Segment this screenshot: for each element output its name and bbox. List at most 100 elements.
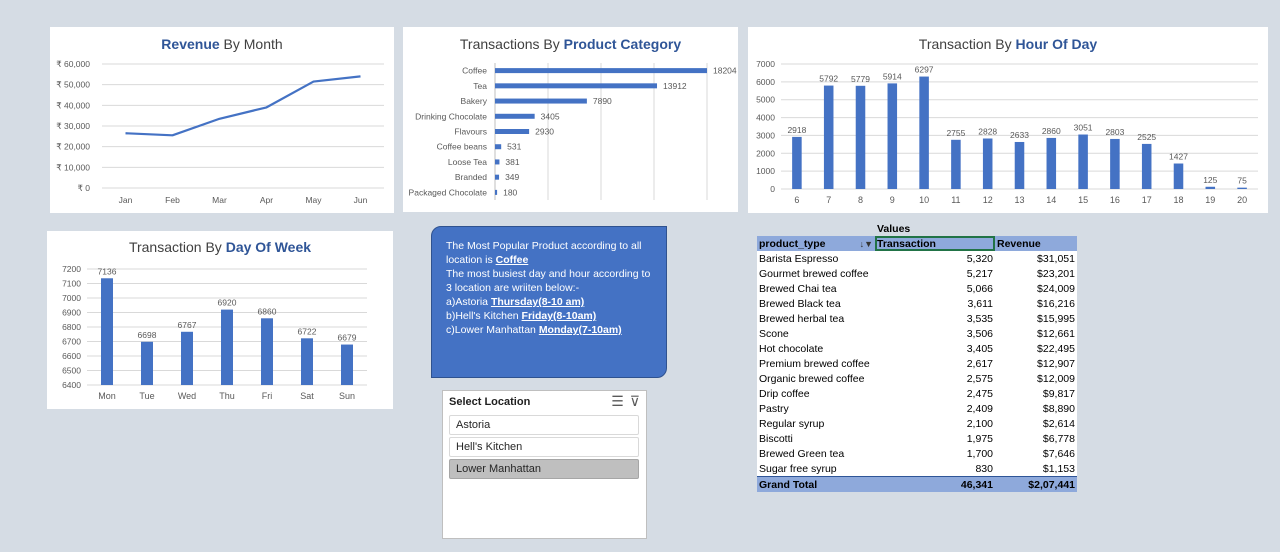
data-label: 3405 [541,111,560,121]
pivot-cell-revenue: $16,216 [1037,297,1075,310]
hour-of-day-panel: Transaction By Hour Of Day 0 1000 2000 3000… [748,27,1268,213]
bar [221,309,233,385]
insight-callout: The Most Popular Product according to al… [431,226,667,378]
pivot-row[interactable]: Biscotti 1,975 $6,778 [757,431,1077,446]
pivot-col-revenue[interactable]: Revenue [995,236,1077,251]
pivot-cell-transaction: 5,066 [966,282,993,295]
callout-popular-product: Coffee [495,254,529,266]
pivot-cell-transaction: 2,100 [966,417,993,430]
bar [261,318,273,385]
bar [1014,141,1025,189]
bar [341,344,353,385]
data-label: 531 [507,142,521,152]
bar [495,174,500,180]
data-label: 6860 [258,306,277,316]
bar [495,159,500,165]
bar [141,341,153,385]
pivot-row[interactable]: Regular syrup 2,100 $2,614 [757,416,1077,431]
slicer-icons: ☰ ⊽ [611,393,640,410]
y-tick-label: ₹ 50,000 [56,80,90,90]
category-label: Loose Tea [448,157,487,167]
x-tick-label: 13 [1014,195,1024,205]
bar [1078,134,1088,189]
category-label: Bakery [461,96,488,106]
pivot-row[interactable]: Hot chocolate 3,405 $22,495 [757,341,1077,356]
pivot-row[interactable]: Scone 3,506 $12,661 [757,326,1077,341]
day-of-week-panel: Transaction By Day Of Week 6400 6500 6600 6… [47,231,393,409]
data-label: 1427 [1169,152,1188,162]
x-tick-label: Jan [119,195,133,205]
pivot-cell-transaction: 3,506 [966,327,993,340]
y-tick-label: 6700 [62,337,81,347]
pivot-cell-revenue: $1,153 [1042,462,1075,475]
data-label: 381 [505,157,519,167]
clear-filter-icon[interactable]: ⊽ [630,393,640,410]
pivot-row[interactable]: Brewed Black tea 3,611 $16,216 [757,296,1077,311]
pivot-row[interactable]: Sugar free syrup 830 $1,153 [757,461,1077,477]
grand-total-transaction: 46,341 [875,476,995,492]
x-tick-label: 15 [1078,195,1088,205]
pivot-row[interactable]: Brewed Chai tea 5,066 $24,009 [757,281,1077,296]
y-tick-label: 2000 [756,148,775,158]
sort-filter-icon[interactable]: ↓▼ [860,239,873,249]
x-tick-label: May [305,195,322,205]
y-tick-label: ₹ 30,000 [56,121,90,131]
pivot-cell-revenue: $6,778 [1042,432,1075,445]
x-tick-label: Mon [98,391,116,401]
data-label: 5792 [819,74,838,84]
pivot-cell-revenue: $7,646 [1042,447,1075,460]
category-label: Packaged Chocolate [409,187,488,197]
bar [823,85,834,189]
data-label: 2860 [1042,126,1061,136]
pivot-cell-product: Gourmet brewed coffee [759,267,869,280]
location-slicer: Select Location ☰ ⊽ Astoria Hell's Kitch… [442,390,647,539]
pivot-cell-product: Drip coffee [759,387,810,400]
x-tick-label: 9 [890,195,895,205]
pivot-row[interactable]: Gourmet brewed coffee 5,217 $23,201 [757,266,1077,281]
pivot-col-product-type[interactable]: product_type ↓▼ [757,236,875,251]
pivot-cell-product: Pastry [759,402,789,415]
bar [951,139,961,189]
pivot-body: Barista Espresso 5,320 $31,051 Gourmet brew… [757,251,1077,477]
callout-line1: The Most Popular Product according to al… [446,240,642,266]
pivot-row[interactable]: Brewed Green tea 1,700 $7,646 [757,446,1077,461]
pivot-row[interactable]: Barista Espresso 5,320 $31,051 [757,251,1077,266]
category-label: Coffee beans [437,142,487,152]
y-tick-label: ₹ 10,000 [56,162,90,172]
grand-total-revenue: $2,07,441 [995,476,1077,492]
y-tick-label: 6900 [62,308,81,318]
multi-select-icon[interactable]: ☰ [611,393,624,410]
bar [1237,187,1247,189]
pivot-cell-transaction: 3,405 [966,342,993,355]
bar [1110,138,1120,189]
pivot-row[interactable]: Organic brewed coffee 2,575 $12,009 [757,371,1077,386]
pivot-grand-total-row: Grand Total 46,341 $2,07,441 [757,476,1077,492]
pivot-row[interactable]: Pastry 2,409 $8,890 [757,401,1077,416]
x-tick-label: 10 [919,195,929,205]
data-label: 2633 [1010,130,1029,140]
callout-a-value: Thursday(8-10 am) [490,296,585,308]
x-tick-label: 18 [1173,195,1183,205]
pivot-row[interactable]: Brewed herbal tea 3,535 $15,995 [757,311,1077,326]
bar [495,68,707,74]
category-label: Flavours [454,127,487,137]
y-tick-label: ₹ 0 [78,183,91,193]
pivot-cell-product: Brewed Chai tea [759,282,837,295]
pivot-cell-revenue: $8,890 [1042,402,1075,415]
x-tick-label: 17 [1142,195,1152,205]
x-tick-label: Feb [165,195,180,205]
data-label: 6698 [138,330,157,340]
slicer-item-hells-kitchen[interactable]: Hell's Kitchen [449,437,639,457]
pivot-col-transaction[interactable]: Transaction [875,236,995,251]
pivot-row[interactable]: Drip coffee 2,475 $9,817 [757,386,1077,401]
slicer-item-lower-manhattan[interactable]: Lower Manhattan [449,459,639,479]
pivot-cell-transaction: 2,475 [966,387,993,400]
pivot-cell-product: Premium brewed coffee [759,357,870,370]
slicer-item-astoria[interactable]: Astoria [449,415,639,435]
product-category-panel: Transactions By Product Category Coffee 1… [403,27,738,212]
pivot-row[interactable]: Premium brewed coffee 2,617 $12,907 [757,356,1077,371]
y-tick-label: 6600 [62,351,81,361]
pivot-cell-transaction: 1,700 [966,447,993,460]
pivot-cell-product: Barista Espresso [759,252,839,265]
bar [495,129,530,134]
